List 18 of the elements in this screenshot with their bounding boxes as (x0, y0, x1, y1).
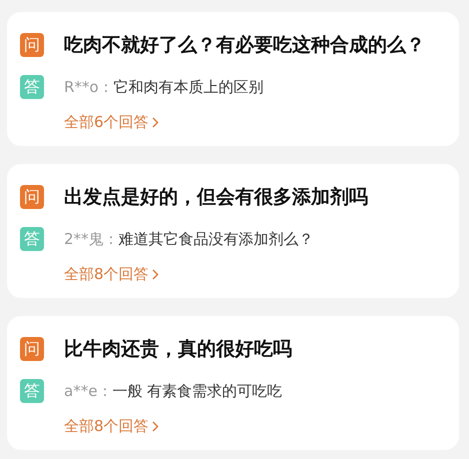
chevron-icon (152, 117, 159, 128)
question-text[interactable]: 吃肉不就好了么？有必要吃这种合成的么？ (64, 32, 425, 58)
answer-text: 它和肉有本质上的区别 (114, 78, 264, 96)
chevron-icon (152, 269, 159, 280)
question-badge: 问 (20, 337, 44, 361)
answerer-name: 2**鬼： (64, 230, 119, 248)
answer-text: 一般 有素食需求的可吃吃 (112, 382, 282, 400)
answerer-name: R**o： (64, 78, 114, 96)
answer-badge: 答 (20, 379, 44, 403)
question-text[interactable]: 出发点是好的，但会有很多添加剂吗 (64, 184, 368, 210)
answerer-name: a**e： (64, 382, 112, 400)
answer-badge: 答 (20, 75, 44, 99)
question-text[interactable]: 比牛肉还贵，真的很好吃吗 (64, 336, 292, 362)
answer-badge: 答 (20, 227, 44, 251)
question-badge: 问 (20, 33, 44, 57)
question-badge: 问 (20, 185, 44, 209)
answer-text: 难道其它食品没有添加剂么？ (118, 230, 314, 248)
chevron-icon (152, 421, 159, 432)
